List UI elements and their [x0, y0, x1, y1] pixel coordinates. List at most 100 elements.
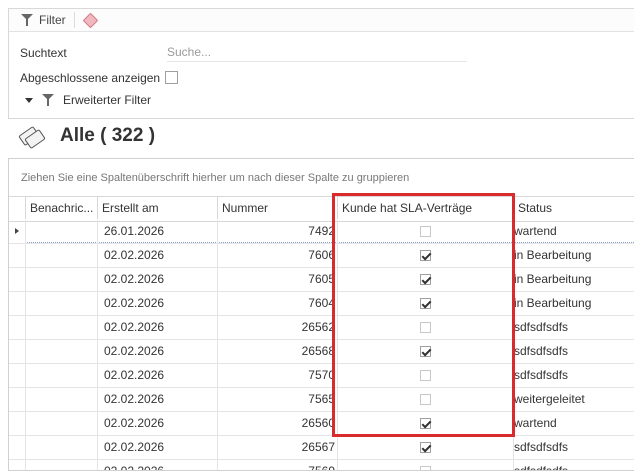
column-header-created[interactable]: Erstellt am: [97, 197, 217, 219]
cell-sla: [337, 316, 513, 339]
column-header-sla[interactable]: Kunde hat SLA-Verträge: [337, 197, 513, 219]
extended-filter-toggle[interactable]: Erweiterter Filter: [25, 93, 151, 107]
column-header-number[interactable]: Nummer: [217, 197, 337, 219]
show-closed-label: Abgeschlossene anzeigen: [20, 71, 161, 85]
cell-status: wartend: [513, 220, 634, 243]
cell-number: 7605: [217, 268, 337, 291]
cell-notification: [25, 268, 97, 291]
sla-checkbox[interactable]: [420, 418, 431, 429]
sla-checkbox[interactable]: [420, 298, 431, 309]
table-row[interactable]: 26.01.2026 7492 wartend: [9, 220, 634, 244]
group-panel[interactable]: Ziehen Sie eine Spaltenüberschrift hierh…: [9, 159, 634, 195]
cell-created: 02.02.2026: [97, 316, 217, 339]
cell-status: sdfsdfsdfs: [513, 436, 634, 459]
cell-sla: [337, 460, 513, 470]
extended-filter-label: Erweiterter Filter: [63, 93, 152, 107]
cell-notification: [25, 364, 97, 387]
cell-status: sdfsdfsdfs: [513, 364, 634, 387]
cell-number: 7570: [217, 364, 337, 387]
cell-sla: [337, 364, 513, 387]
cell-created: 26.01.2026: [97, 220, 217, 243]
view-title-row: Alle ( 322 ): [18, 124, 156, 150]
cell-created: 02.02.2026: [97, 292, 217, 315]
cell-created: 02.02.2026: [97, 436, 217, 459]
cell-sla: [337, 220, 513, 243]
column-header-status[interactable]: Status: [513, 197, 634, 219]
cell-created: 02.02.2026: [97, 340, 217, 363]
cell-number: 7604: [217, 292, 337, 315]
sla-checkbox[interactable]: [420, 322, 431, 333]
cell-status: sdfsdfsdfs: [513, 340, 634, 363]
cell-notification: [25, 388, 97, 411]
table-row[interactable]: 02.02.2026 26568 sdfsdfsdfs: [9, 340, 634, 364]
table-row[interactable]: 02.02.2026 7605 in Bearbeitung: [9, 268, 634, 292]
cell-created: 02.02.2026: [97, 268, 217, 291]
table-row[interactable]: 02.02.2026 26562 sdfsdfsdfs: [9, 316, 634, 340]
cell-number: 26562: [217, 316, 337, 339]
page-title: Alle ( 322 ): [60, 125, 156, 146]
sla-checkbox[interactable]: [420, 442, 431, 453]
cell-status: in Bearbeitung: [513, 292, 634, 315]
cell-notification: [25, 220, 97, 243]
sla-checkbox[interactable]: [420, 226, 431, 237]
chevron-down-icon: [25, 97, 33, 103]
cell-notification: [25, 244, 97, 267]
cell-notification: [25, 412, 97, 435]
cell-status: sdfsdfsdfs: [513, 316, 634, 339]
show-closed-checkbox[interactable]: [165, 71, 178, 84]
cell-sla: [337, 388, 513, 411]
cell-number: 7492: [217, 220, 337, 243]
filter-header[interactable]: Filter: [9, 9, 634, 32]
table-row[interactable]: 02.02.2026 7569 sdfsdfsdfs: [9, 460, 634, 470]
table-row[interactable]: 02.02.2026 7606 in Bearbeitung: [9, 244, 634, 268]
current-row-indicator-icon: [15, 228, 19, 234]
cell-sla: [337, 268, 513, 291]
sla-checkbox[interactable]: [420, 274, 431, 285]
cell-number: 7606: [217, 244, 337, 267]
cell-status: weitergeleitet: [513, 388, 634, 411]
table-row[interactable]: 02.02.2026 7565 weitergeleitet: [9, 388, 634, 412]
cell-number: 26560: [217, 412, 337, 435]
cell-sla: [337, 244, 513, 267]
sla-checkbox[interactable]: [420, 466, 431, 470]
cell-sla: [337, 412, 513, 435]
grid-header: Benachric... Erstellt am Nummer Kunde ha…: [9, 196, 634, 222]
sla-checkbox[interactable]: [420, 370, 431, 381]
cell-notification: [25, 316, 97, 339]
divider: [73, 12, 75, 28]
cell-status: sdfsdfsdfs: [513, 460, 634, 470]
cell-notification: [25, 340, 97, 363]
cell-number: 26568: [217, 340, 337, 363]
cell-number: 7565: [217, 388, 337, 411]
cell-sla: [337, 436, 513, 459]
cell-created: 02.02.2026: [97, 460, 217, 470]
cell-notification: [25, 460, 97, 470]
search-input[interactable]: [167, 43, 467, 62]
sla-checkbox[interactable]: [420, 346, 431, 357]
funnel-icon: [42, 94, 54, 106]
cell-sla: [337, 340, 513, 363]
cell-notification: [25, 436, 97, 459]
cell-created: 02.02.2026: [97, 364, 217, 387]
table-row[interactable]: 02.02.2026 26567 sdfsdfsdfs: [9, 436, 634, 460]
table-row[interactable]: 02.02.2026 7570 sdfsdfsdfs: [9, 364, 634, 388]
table-row[interactable]: 02.02.2026 7604 in Bearbeitung: [9, 292, 634, 316]
tickets-icon: [18, 124, 46, 150]
search-label: Suchtext: [20, 46, 67, 60]
filter-title: Filter: [39, 13, 66, 27]
funnel-icon: [21, 14, 33, 26]
filter-panel: Filter Suchtext Abgeschlossene anzeigen …: [8, 8, 634, 119]
eraser-icon[interactable]: [82, 12, 98, 28]
cell-notification: [25, 292, 97, 315]
sla-checkbox[interactable]: [420, 250, 431, 261]
cell-number: 7569: [217, 460, 337, 470]
cell-sla: [337, 292, 513, 315]
cell-status: in Bearbeitung: [513, 244, 634, 267]
cell-status: wartend: [513, 412, 634, 435]
cell-created: 02.02.2026: [97, 388, 217, 411]
cell-created: 02.02.2026: [97, 244, 217, 267]
table-row[interactable]: 02.02.2026 26560 wartend: [9, 412, 634, 436]
cell-created: 02.02.2026: [97, 412, 217, 435]
sla-checkbox[interactable]: [420, 394, 431, 405]
column-header-notification[interactable]: Benachric...: [25, 197, 97, 219]
